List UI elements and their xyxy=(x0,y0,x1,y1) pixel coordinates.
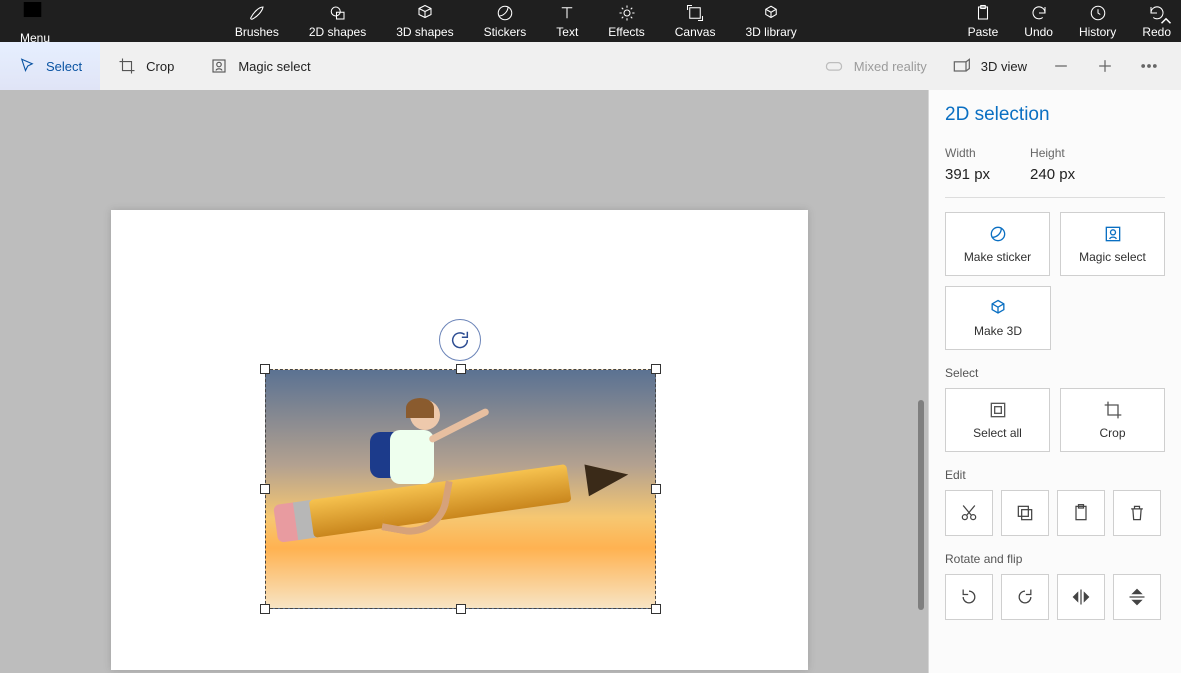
resize-handle-w[interactable] xyxy=(260,484,270,494)
undo-button[interactable]: Undo xyxy=(1024,4,1053,39)
edit-section-label: Edit xyxy=(945,468,1165,482)
rotate-handle[interactable] xyxy=(439,319,481,361)
zoom-out-button[interactable] xyxy=(1051,56,1071,76)
select-all-button[interactable]: Select all xyxy=(945,388,1050,452)
height-value: 240 px xyxy=(1030,166,1075,183)
paste-button[interactable]: Paste xyxy=(968,4,999,39)
rotate-right-button[interactable] xyxy=(1001,574,1049,620)
tab-2d-shapes[interactable]: 2D shapes xyxy=(309,4,366,39)
resize-handle-s[interactable] xyxy=(456,604,466,614)
select-section-label: Select xyxy=(945,366,1165,380)
more-button[interactable] xyxy=(1139,56,1159,76)
rotate-section-label: Rotate and flip xyxy=(945,552,1165,566)
tab-brushes[interactable]: Brushes xyxy=(235,4,279,39)
top-ribbon: Menu Brushes 2D shapes 3D shapes Sticker… xyxy=(0,0,1181,42)
crop-tool[interactable]: Crop xyxy=(100,42,192,90)
resize-handle-nw[interactable] xyxy=(260,364,270,374)
mixed-reality-button: Mixed reality xyxy=(824,56,927,76)
tab-3d-shapes[interactable]: 3D shapes xyxy=(396,4,453,39)
height-label: Height xyxy=(1030,146,1075,160)
pane-title: 2D selection xyxy=(945,104,1165,126)
selection-box[interactable] xyxy=(265,369,656,609)
collapse-ribbon-icon[interactable] xyxy=(1157,12,1175,30)
width-value: 391 px xyxy=(945,166,990,183)
tab-3d-library[interactable]: 3D library xyxy=(745,4,796,39)
zoom-in-button[interactable] xyxy=(1095,56,1115,76)
tab-effects[interactable]: Effects xyxy=(608,4,644,39)
properties-pane: 2D selection Width 391 px Height 240 px … xyxy=(928,90,1181,673)
resize-handle-e[interactable] xyxy=(651,484,661,494)
canvas-viewport[interactable] xyxy=(0,90,928,673)
flip-vertical-button[interactable] xyxy=(1113,574,1161,620)
delete-button[interactable] xyxy=(1113,490,1161,536)
secondary-toolbar: Select Crop Magic select Mixed reality 3… xyxy=(0,42,1181,90)
crop-button[interactable]: Crop xyxy=(1060,388,1165,452)
resize-handle-sw[interactable] xyxy=(260,604,270,614)
make-sticker-button[interactable]: Make sticker xyxy=(945,212,1050,276)
tab-stickers[interactable]: Stickers xyxy=(484,4,527,39)
magic-select-button[interactable]: Magic select xyxy=(1060,212,1165,276)
magic-select-tool[interactable]: Magic select xyxy=(192,42,328,90)
vertical-scrollbar[interactable] xyxy=(918,400,924,610)
resize-handle-ne[interactable] xyxy=(651,364,661,374)
menu-button[interactable]: Menu xyxy=(6,0,64,45)
select-tool[interactable]: Select xyxy=(0,42,100,90)
resize-handle-n[interactable] xyxy=(456,364,466,374)
paste-button-panel[interactable] xyxy=(1057,490,1105,536)
3d-view-button[interactable]: 3D view xyxy=(951,56,1027,76)
history-button[interactable]: History xyxy=(1079,4,1116,39)
copy-button[interactable] xyxy=(1001,490,1049,536)
rotate-left-button[interactable] xyxy=(945,574,993,620)
tab-text[interactable]: Text xyxy=(556,4,578,39)
tab-canvas[interactable]: Canvas xyxy=(675,4,716,39)
resize-handle-se[interactable] xyxy=(651,604,661,614)
flip-horizontal-button[interactable] xyxy=(1057,574,1105,620)
cut-button[interactable] xyxy=(945,490,993,536)
image-girl xyxy=(366,384,476,524)
width-label: Width xyxy=(945,146,990,160)
main-area: 2D selection Width 391 px Height 240 px … xyxy=(0,90,1181,673)
make-3d-button[interactable]: Make 3D xyxy=(945,286,1051,350)
